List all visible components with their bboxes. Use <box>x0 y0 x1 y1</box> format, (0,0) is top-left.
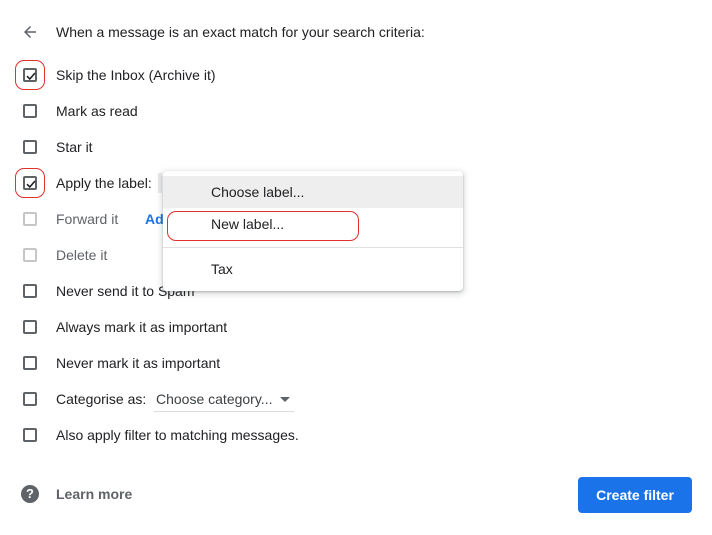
apply-to-matching-label: Also apply filter to matching messages. <box>56 427 299 443</box>
option-skip-inbox: Skip the Inbox (Archive it) <box>0 57 712 93</box>
menu-item-label: Choose label... <box>211 184 305 200</box>
option-categorise: Categorise as: Choose category... <box>0 381 712 417</box>
option-always-important: Always mark it as important <box>0 309 712 345</box>
option-never-important: Never mark it as important <box>0 345 712 381</box>
option-star: Star it <box>0 129 712 165</box>
dropdown-caret-icon <box>280 397 290 402</box>
categorise-label: Categorise as: <box>56 391 147 407</box>
back-arrow-icon[interactable] <box>18 20 42 44</box>
menu-item-new-label[interactable]: New label... <box>163 208 463 240</box>
apply-to-matching-checkbox[interactable] <box>23 428 37 442</box>
forward-checkbox[interactable] <box>23 212 37 226</box>
delete-checkbox[interactable] <box>23 248 37 262</box>
skip-inbox-checkbox[interactable] <box>23 68 37 82</box>
delete-label: Delete it <box>56 247 108 263</box>
option-apply-to-matching: Also apply filter to matching messages. <box>0 417 712 453</box>
never-spam-checkbox[interactable] <box>23 284 37 298</box>
label-select[interactable] <box>158 173 162 193</box>
checkmark-icon <box>26 72 36 81</box>
skip-inbox-label: Skip the Inbox (Archive it) <box>56 67 216 83</box>
create-filter-button[interactable]: Create filter <box>578 477 692 513</box>
add-forwarding-address-link[interactable]: Ad <box>145 209 164 229</box>
help-icon[interactable]: ? <box>21 485 39 503</box>
forward-label: Forward it <box>56 211 119 227</box>
menu-divider <box>163 247 463 248</box>
mark-read-label: Mark as read <box>56 103 138 119</box>
label-dropdown-menu: Choose label... New label... Tax <box>163 171 463 291</box>
menu-item-tax[interactable]: Tax <box>163 253 463 285</box>
category-dropdown-value: Choose category... <box>156 391 273 407</box>
category-dropdown[interactable]: Choose category... <box>154 387 294 412</box>
categorise-checkbox[interactable] <box>23 392 37 406</box>
always-important-label: Always mark it as important <box>56 319 228 335</box>
menu-item-label: New label... <box>211 216 285 232</box>
never-important-label: Never mark it as important <box>56 355 221 371</box>
learn-more-link[interactable]: Learn more <box>56 484 132 504</box>
menu-item-label: Tax <box>211 261 233 277</box>
mark-read-checkbox[interactable] <box>23 104 37 118</box>
apply-label-checkbox[interactable] <box>23 176 37 190</box>
star-label: Star it <box>56 139 93 155</box>
never-important-checkbox[interactable] <box>23 356 37 370</box>
criteria-heading: When a message is an exact match for you… <box>56 24 425 40</box>
apply-label-label: Apply the label: <box>56 175 152 191</box>
star-checkbox[interactable] <box>23 140 37 154</box>
menu-item-choose-label[interactable]: Choose label... <box>163 176 463 208</box>
always-important-checkbox[interactable] <box>23 320 37 334</box>
option-mark-read: Mark as read <box>0 93 712 129</box>
checkmark-icon <box>26 180 36 189</box>
